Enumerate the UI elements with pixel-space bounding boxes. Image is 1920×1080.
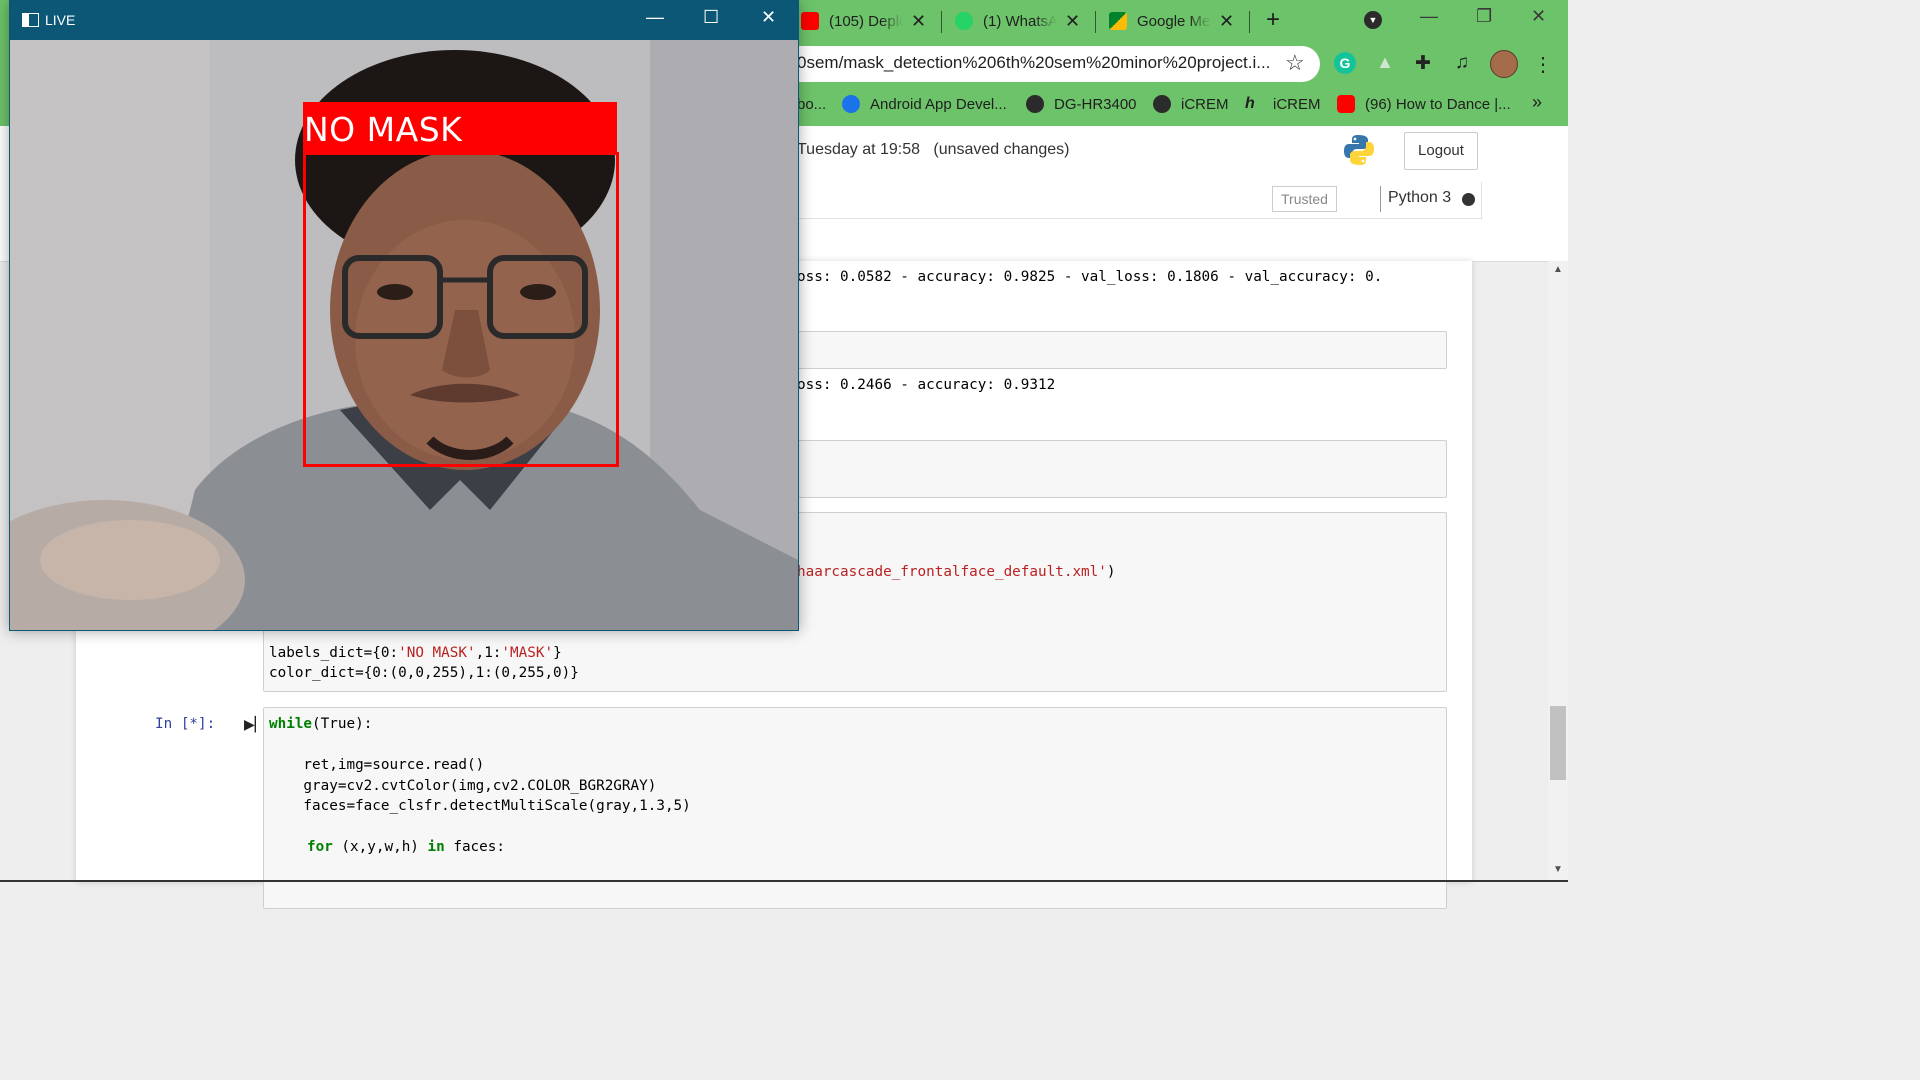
- tab-title: Google Me: [1137, 12, 1211, 30]
- code-token: ,1:: [475, 645, 502, 661]
- grammarly-extension-icon[interactable]: G: [1334, 52, 1356, 74]
- scroll-down-icon[interactable]: ▼: [1553, 864, 1563, 875]
- python-logo-icon: [1344, 135, 1374, 165]
- restore-icon[interactable]: ❐: [1476, 6, 1492, 27]
- minimize-icon[interactable]: —: [1420, 6, 1438, 27]
- tab-title: (1) WhatsA: [983, 12, 1057, 30]
- cascade-close: ): [1106, 564, 1116, 580]
- bookmark-item-android[interactable]: Android App Devel...: [842, 93, 1007, 115]
- youtube-icon: [801, 12, 819, 30]
- media-control-icon[interactable]: ♫: [1451, 52, 1473, 74]
- tab-title: (105) Deplo: [829, 12, 903, 30]
- while-line: while(True):: [269, 714, 372, 735]
- scroll-up-icon[interactable]: ▲: [1553, 264, 1563, 275]
- code-keyword: while: [269, 716, 313, 732]
- code-string: 'NO MASK': [398, 645, 476, 661]
- bookmarks-overflow-icon[interactable]: »: [1532, 92, 1542, 113]
- webcam-frame: NO MASK: [10, 40, 798, 630]
- code-token: {0:(0,0,255),1:(0,255,0)}: [363, 665, 579, 681]
- youtube-icon: [1337, 95, 1355, 113]
- code-keyword: for: [307, 839, 333, 855]
- profile-avatar[interactable]: [1490, 50, 1518, 78]
- face-detection-box: [303, 152, 619, 467]
- code-token: {0:: [372, 645, 399, 661]
- code-keyword: in: [427, 839, 445, 855]
- evaluate-output: oss: 0.2466 - accuracy: 0.9312: [797, 377, 1056, 393]
- faces-line: faces=face_clsfr.detectMultiScale(gray,1…: [269, 798, 691, 814]
- mask-status-label: NO MASK: [304, 110, 463, 149]
- trusted-badge[interactable]: Trusted: [1272, 186, 1337, 212]
- for-line: for (x,y,w,h) in faces:: [307, 837, 505, 858]
- bookmark-item-youtube-dance[interactable]: (96) How to Dance |...: [1337, 93, 1511, 115]
- url-text[interactable]: 0sem/mask_detection%206th%20sem%20minor%…: [797, 53, 1270, 73]
- cascade-string: haarcascade_frontalface_default.xml': [797, 564, 1107, 580]
- cell-prompt: In [*]:: [155, 716, 216, 732]
- bookmark-star-icon[interactable]: ☆: [1285, 50, 1305, 76]
- close-tab-icon[interactable]: ✕: [1065, 11, 1080, 32]
- kernel-busy-indicator: [1462, 193, 1475, 206]
- kernel-divider: [1380, 186, 1381, 212]
- bookmark-item-icrem-h[interactable]: h iCREM: [1245, 93, 1321, 115]
- extensions-puzzle-icon[interactable]: ✚: [1412, 52, 1434, 74]
- tab-divider: [941, 11, 942, 33]
- close-icon[interactable]: ✕: [1531, 6, 1546, 27]
- live-window-titlebar[interactable]: LIVE — ☐ ✕: [10, 1, 798, 40]
- tab-google-meet[interactable]: Google Me ✕: [1109, 6, 1234, 36]
- android-app-icon: [842, 95, 860, 113]
- close-tab-icon[interactable]: ✕: [911, 11, 926, 32]
- tab-youtube-deploy[interactable]: (105) Deplo ✕: [801, 6, 926, 36]
- globe-icon: [1026, 95, 1044, 113]
- close-icon[interactable]: ✕: [761, 7, 776, 28]
- training-output-1: oss: 0.0582 - accuracy: 0.9825 - val_los…: [797, 269, 1383, 285]
- live-window-title: LIVE: [45, 12, 76, 28]
- tab-whatsapp[interactable]: (1) WhatsA ✕: [955, 6, 1080, 36]
- tab-search-icon[interactable]: ▼: [1364, 11, 1382, 29]
- google-meet-icon: [1109, 12, 1127, 30]
- labels-dict-line: labels_dict={0:'NO MASK',1:'MASK'}: [269, 643, 562, 664]
- scrollbar-thumb[interactable]: [1550, 706, 1566, 780]
- bookmark-item-icrem[interactable]: iCREM: [1153, 93, 1229, 115]
- read-line: ret,img=source.read(): [269, 757, 485, 773]
- minimize-icon[interactable]: —: [646, 7, 664, 28]
- bookmark-label: Android App Devel...: [870, 95, 1007, 113]
- logout-button[interactable]: Logout: [1404, 132, 1478, 170]
- bookmark-label: iCREM: [1181, 95, 1229, 113]
- code-token: color_dict=: [269, 665, 364, 681]
- code-token: faces:: [444, 839, 505, 855]
- bookmark-label: iCREM: [1273, 95, 1321, 113]
- whatsapp-icon: [955, 12, 973, 30]
- close-tab-icon[interactable]: ✕: [1219, 11, 1234, 32]
- checkpoint-status: Tuesday at 19:58 (unsaved changes): [797, 141, 1070, 158]
- bottom-edge: [0, 880, 1568, 882]
- code-token: (True):: [312, 716, 373, 732]
- kernel-name[interactable]: Python 3: [1388, 189, 1451, 207]
- code-token: labels_dict=: [269, 645, 373, 661]
- code-token: (x,y,w,h): [332, 839, 428, 855]
- tab-divider: [1095, 11, 1096, 33]
- window-app-icon: [22, 13, 39, 27]
- page-scrollbar[interactable]: [1548, 261, 1568, 882]
- more-options-icon[interactable]: ⋮: [1532, 52, 1554, 76]
- tab-divider: [1249, 11, 1250, 33]
- bookmark-item-dg-hr3400[interactable]: DG-HR3400: [1026, 93, 1137, 115]
- gray-line: gray=cv2.cvtColor(img,cv2.COLOR_BGR2GRAY…: [269, 778, 657, 794]
- bookmark-item[interactable]: bo...: [797, 93, 826, 115]
- icrem-h-icon: h: [1245, 95, 1255, 112]
- color-dict-line: color_dict={0:(0,0,255),1:(0,255,0)}: [269, 663, 579, 684]
- live-camera-window[interactable]: LIVE — ☐ ✕ NO MASK: [9, 0, 799, 631]
- code-string: 'MASK': [501, 645, 554, 661]
- bookmark-label: bo...: [797, 95, 827, 113]
- new-tab-button[interactable]: +: [1266, 6, 1280, 34]
- cascade-path-line: haarcascade_frontalface_default.xml'): [797, 562, 1115, 583]
- code-token: }: [553, 645, 562, 661]
- drive-extension-icon[interactable]: ▲: [1374, 52, 1396, 74]
- bookmark-label: DG-HR3400: [1054, 95, 1137, 113]
- maximize-icon[interactable]: ☐: [703, 7, 719, 28]
- globe-icon: [1153, 95, 1171, 113]
- bookmark-label: (96) How to Dance |...: [1365, 95, 1511, 113]
